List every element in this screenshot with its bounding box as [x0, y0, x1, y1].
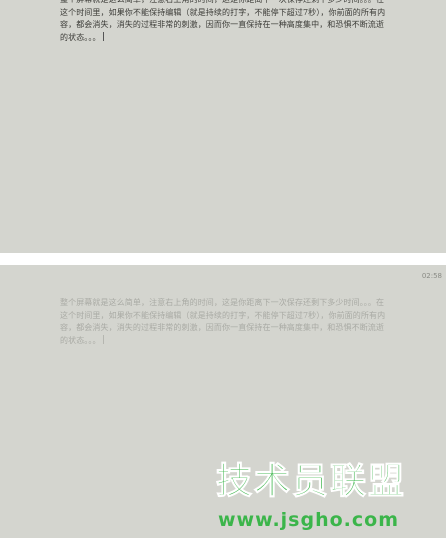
watermark-url: www.jsgho.com — [218, 509, 399, 531]
countdown-timer: 02:58 — [421, 272, 442, 280]
text-caret-faded — [102, 334, 104, 344]
screenshot: 整个屏幕就是这么简单，注意右上角的时间，这是你距离下一次保存还剩下多少时间。。。… — [0, 0, 446, 538]
editor-panel-active[interactable]: 整个屏幕就是这么简单，注意右上角的时间，这是你距离下一次保存还剩下多少时间。。。… — [0, 0, 446, 253]
editor-text-faded: 整个屏幕就是这么简单，注意右上角的时间，这是你距离下一次保存还剩下多少时间。。。… — [60, 298, 386, 345]
watermark-logo-text: 技术员联盟 — [215, 461, 407, 503]
text-caret — [102, 31, 104, 41]
editor-text-area[interactable]: 整个屏幕就是这么简单，注意右上角的时间，这是你距离下一次保存还剩下多少时间。。。… — [60, 0, 386, 44]
editor-text-area-faded[interactable]: 整个屏幕就是这么简单，注意右上角的时间，这是你距离下一次保存还剩下多少时间。。。… — [60, 297, 386, 347]
editor-text: 整个屏幕就是这么简单，注意右上角的时间，这是你距离下一次保存还剩下多少时间。。。… — [60, 0, 386, 42]
site-watermark: 技术员联盟 www.jsgho.com — [206, 460, 442, 536]
